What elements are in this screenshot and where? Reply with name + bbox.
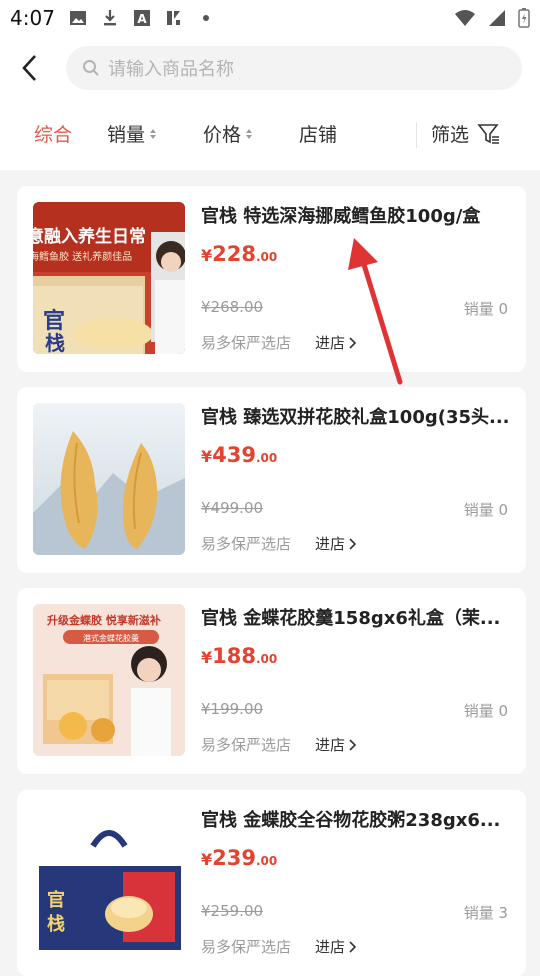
divider [416, 122, 417, 148]
price-decimal: .00 [255, 854, 278, 868]
price-integer: 188 [212, 644, 256, 668]
battery-icon [518, 8, 530, 28]
store-name: 易多保严选店 [201, 938, 292, 956]
product-title[interactable]: 官栈 金蝶胶全谷物花胶粥238gx6... [201, 806, 513, 832]
product-price: ¥239.00 [201, 846, 277, 870]
product-price: ¥439.00 [201, 443, 277, 467]
product-image-art: 意融入养生日常 海鳕鱼胶 送礼养颜佳品 官 栈 [33, 202, 185, 354]
header: 请输入商品名称 [0, 36, 540, 100]
image-icon [69, 11, 86, 25]
sales-count: 销量 0 [463, 501, 508, 519]
signal-icon [489, 10, 505, 26]
tab-store[interactable]: 店铺 [299, 120, 337, 147]
app-icon [166, 11, 180, 25]
price-integer: 439 [212, 443, 256, 467]
enter-store-link[interactable]: 进店 [315, 936, 357, 957]
sales-count: 销量 3 [463, 904, 508, 922]
img1-line2: 海鳕鱼胶 送礼养颜佳品 [33, 250, 132, 263]
svg-text:A: A [137, 12, 147, 26]
annotation-arrow-icon [348, 238, 403, 385]
store-name: 易多保严选店 [201, 535, 292, 553]
product-image-art: 官 栈 [33, 806, 185, 958]
product-image[interactable] [33, 403, 185, 555]
enter-store-label: 进店 [315, 938, 346, 956]
search-placeholder: 请输入商品名称 [108, 59, 234, 80]
product-card[interactable]: 升级金蝶胶 悦享新滋补 港式金蝶花胶羹 官栈 金蝶花胶羹158gx6礼盒（茉..… [17, 588, 526, 774]
img4-brand2: 栈 [47, 913, 65, 935]
tab-comprehensive[interactable]: 综合 [34, 120, 72, 147]
original-price: ¥259.00 [201, 902, 264, 920]
filter-label: 筛选 [431, 124, 470, 146]
enter-store-label: 进店 [315, 736, 346, 754]
filter-bar: 综合 销量 价格 店铺 筛选 [0, 100, 540, 170]
tab-price-label: 价格 [203, 124, 242, 146]
price-currency: ¥ [201, 648, 213, 667]
sales-count: 销量 0 [463, 300, 508, 318]
img1-line1: 意融入养生日常 [33, 226, 146, 247]
product-image[interactable]: 意融入养生日常 海鳕鱼胶 送礼养颜佳品 官 栈 [33, 202, 185, 354]
img1-brand2: 栈 [45, 331, 65, 354]
product-title[interactable]: 官栈 臻选双拼花胶礼盒100g(35头... [201, 403, 513, 429]
status-bar: 4:07 A [0, 0, 540, 36]
dot-icon [202, 15, 209, 21]
img3-line1: 升级金蝶胶 悦享新滋补 [47, 613, 161, 627]
price-currency: ¥ [201, 850, 213, 869]
price-currency: ¥ [201, 246, 213, 265]
enter-store-link[interactable]: 进店 [315, 533, 357, 554]
img4-brand1: 官 [47, 889, 65, 911]
tab-store-label: 店铺 [299, 124, 338, 146]
font-icon: A [133, 10, 150, 26]
product-image[interactable]: 官 栈 [33, 806, 185, 958]
sort-arrows-icon [246, 128, 253, 139]
product-price: ¥228.00 [201, 242, 277, 266]
price-currency: ¥ [201, 447, 213, 466]
search-icon [83, 60, 99, 76]
wifi-icon [455, 10, 475, 26]
sales-count: 销量 0 [463, 702, 508, 720]
sort-arrows-icon [150, 128, 157, 139]
product-image[interactable]: 升级金蝶胶 悦享新滋补 港式金蝶花胶羹 [33, 604, 185, 756]
back-button[interactable] [2, 40, 58, 96]
product-card[interactable]: 意融入养生日常 海鳕鱼胶 送礼养颜佳品 官 栈 官栈 特选深海挪威鳕鱼胶100g… [17, 186, 526, 372]
store-name: 易多保严选店 [201, 736, 292, 754]
chevron-right-icon [349, 738, 357, 751]
filter-button[interactable]: 筛选 [431, 120, 501, 147]
funnel-icon [477, 123, 500, 144]
download-icon [103, 10, 116, 26]
enter-store-label: 进店 [315, 535, 346, 553]
chevron-right-icon [349, 537, 357, 550]
product-title[interactable]: 官栈 金蝶花胶羹158gx6礼盒（茉... [201, 604, 513, 630]
status-time: 4:07 [10, 6, 55, 30]
original-price: ¥268.00 [201, 298, 264, 316]
chevron-left-icon [22, 55, 36, 81]
original-price: ¥499.00 [201, 499, 264, 517]
tab-sales[interactable]: 销量 [107, 120, 157, 147]
product-image-art: 升级金蝶胶 悦享新滋补 港式金蝶花胶羹 [33, 604, 185, 756]
original-price: ¥199.00 [201, 700, 264, 718]
enter-store-link[interactable]: 进店 [315, 734, 357, 755]
price-integer: 228 [212, 242, 256, 266]
product-card[interactable]: 官栈 臻选双拼花胶礼盒100g(35头... ¥439.00 ¥499.00 销… [17, 387, 526, 573]
price-decimal: .00 [255, 652, 278, 666]
price-decimal: .00 [255, 451, 278, 465]
tab-comprehensive-label: 综合 [34, 124, 73, 146]
product-title[interactable]: 官栈 特选深海挪威鳕鱼胶100g/盒 [201, 202, 513, 228]
search-input[interactable]: 请输入商品名称 [66, 46, 522, 90]
price-decimal: .00 [255, 250, 278, 264]
chevron-right-icon [349, 940, 357, 953]
product-image-art [33, 403, 185, 555]
product-price: ¥188.00 [201, 644, 277, 668]
product-card[interactable]: 官 栈 官栈 金蝶胶全谷物花胶粥238gx6... ¥239.00 ¥259.0… [17, 790, 526, 976]
tab-sales-label: 销量 [107, 124, 146, 146]
tab-price[interactable]: 价格 [203, 120, 253, 147]
img3-line2: 港式金蝶花胶羹 [83, 633, 139, 643]
price-integer: 239 [212, 846, 256, 870]
store-name: 易多保严选店 [201, 334, 292, 352]
